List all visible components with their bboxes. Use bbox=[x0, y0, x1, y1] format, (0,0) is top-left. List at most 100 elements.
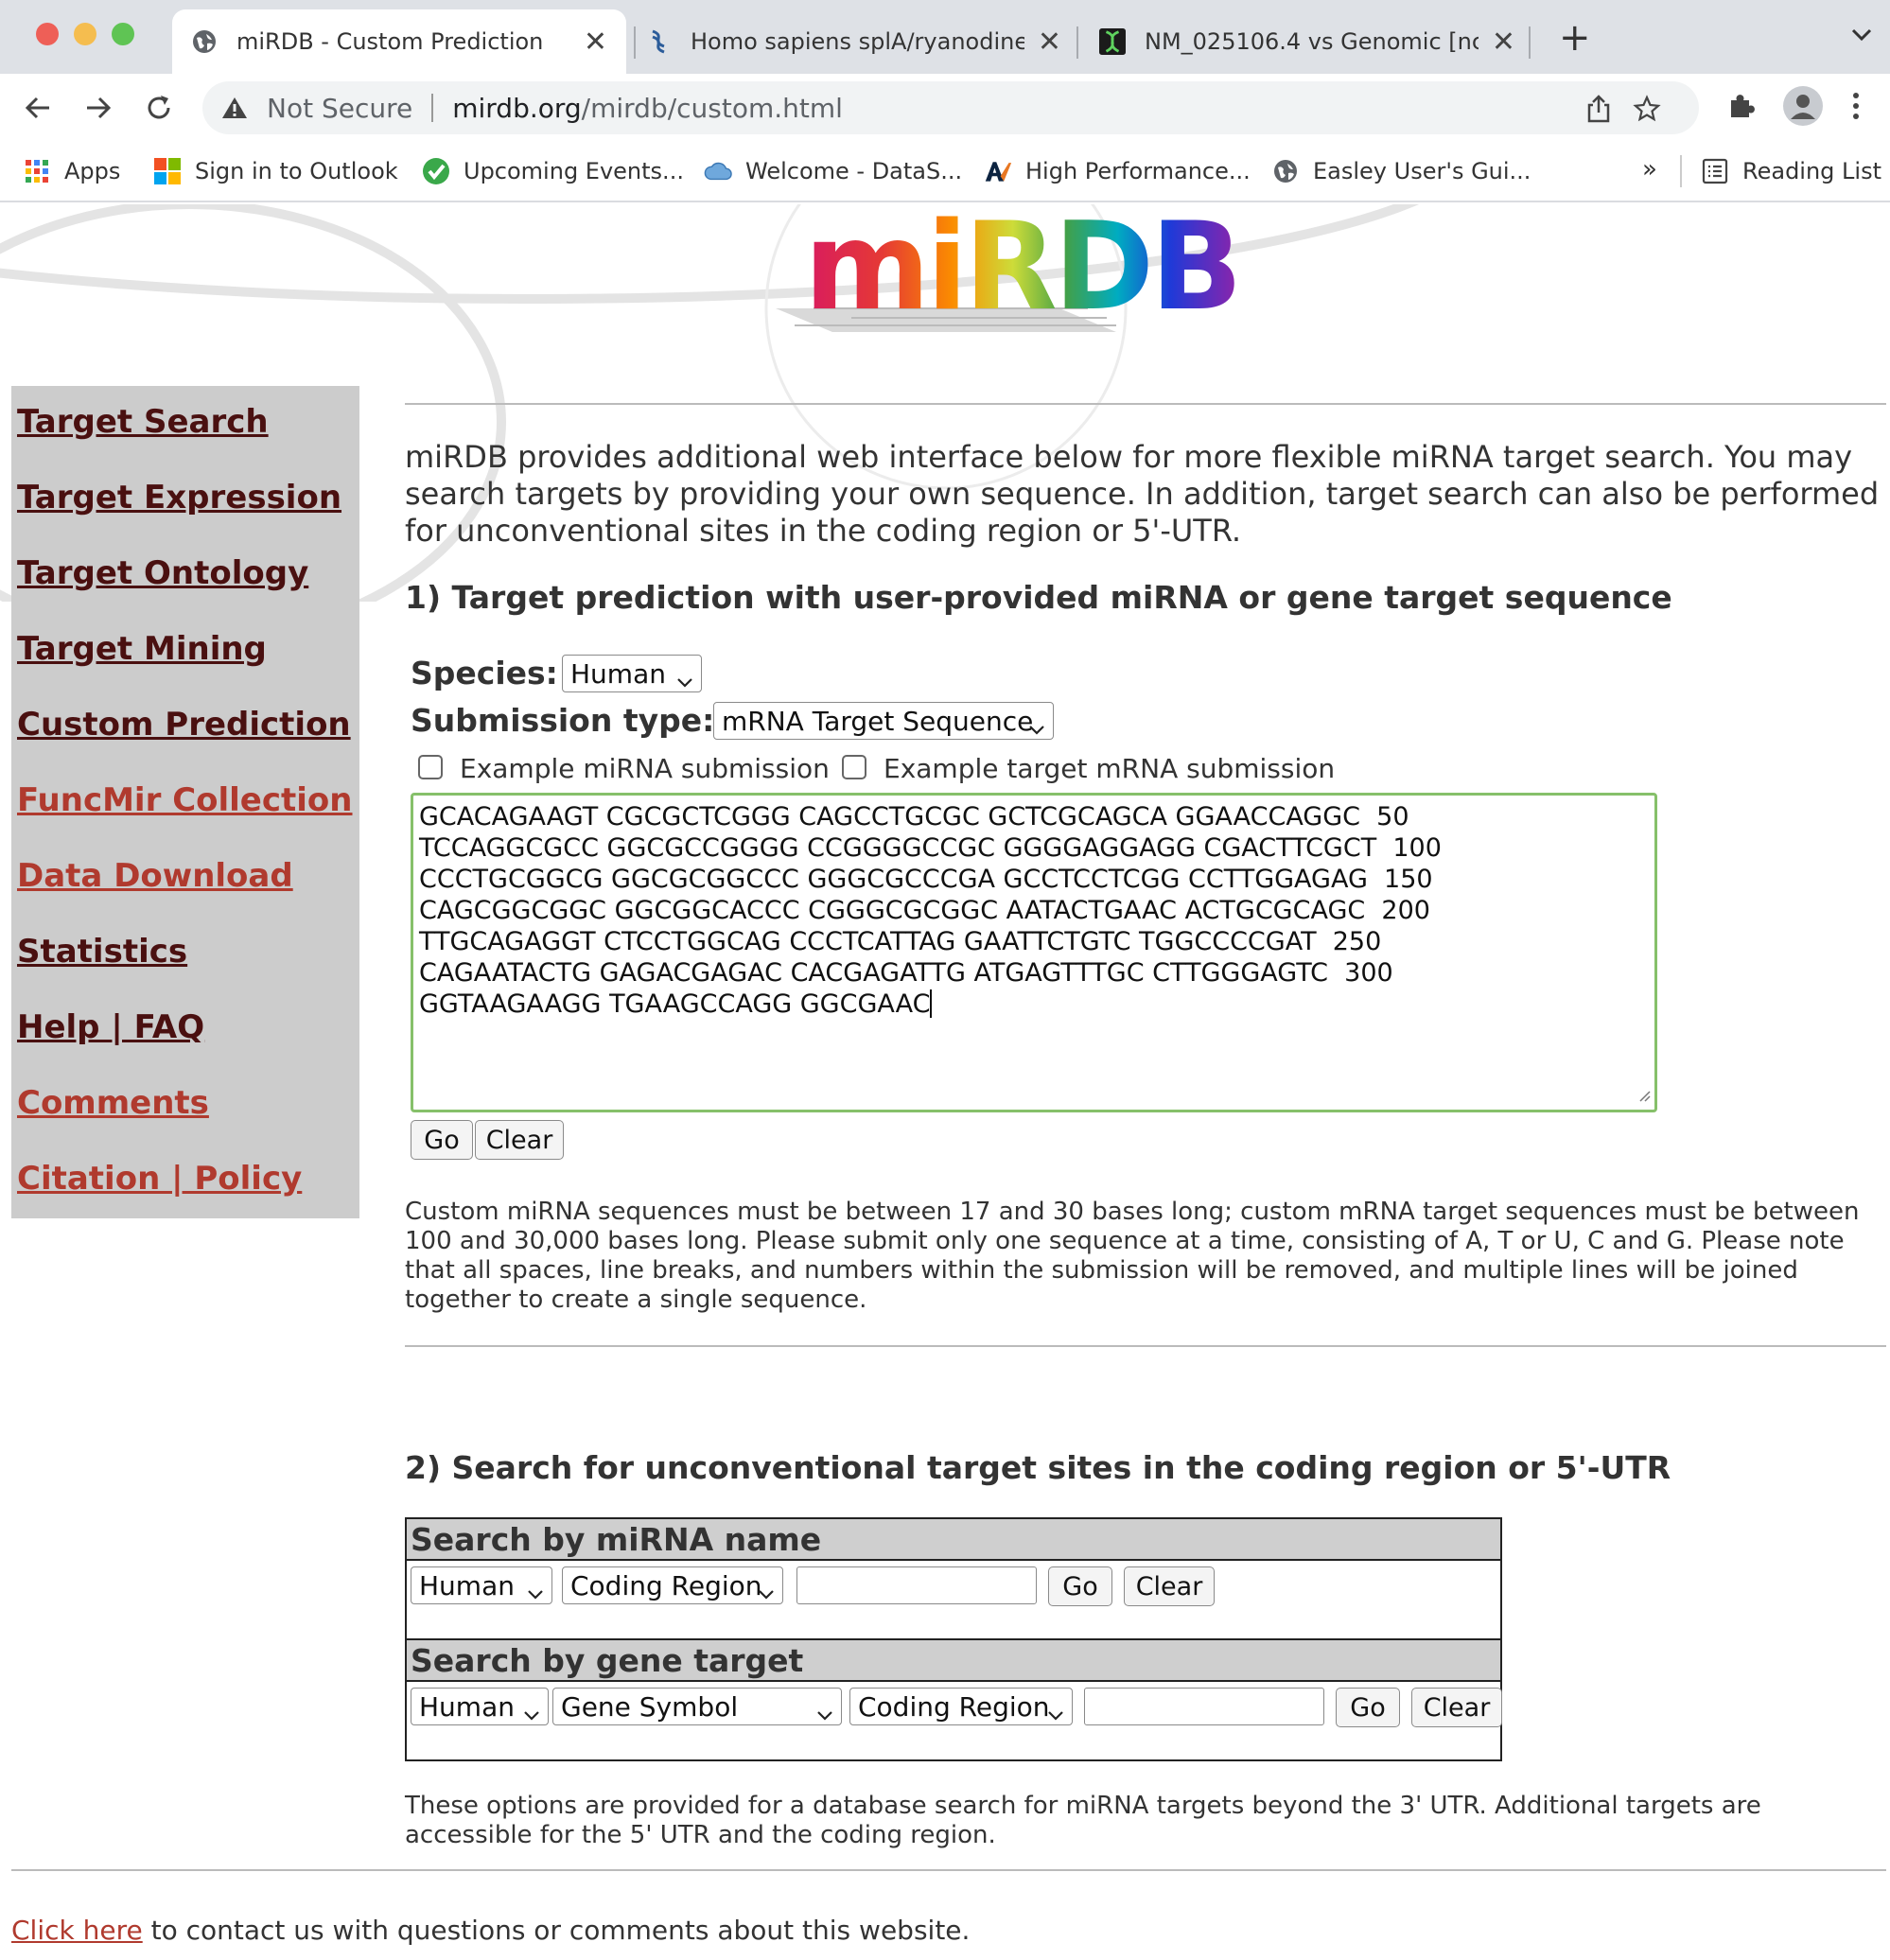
close-icon[interactable]: ✕ bbox=[1492, 26, 1515, 59]
bookmark-high-performance[interactable]: High Performance... bbox=[984, 155, 1251, 187]
section-divider bbox=[405, 403, 1886, 405]
address-bar[interactable]: Not Secure mirdb.org/mirdb/custom.html bbox=[202, 81, 1699, 134]
microsoft-logo-icon bbox=[153, 157, 182, 185]
back-arrow-icon[interactable] bbox=[21, 91, 55, 125]
security-status[interactable]: Not Secure bbox=[267, 93, 412, 124]
page-content: miRDB Target Search Target Expression Ta… bbox=[0, 204, 1890, 1960]
tab-search-chevron-icon[interactable] bbox=[1850, 26, 1873, 47]
sequence-line: GCACAGAAGT CGCGCTCGGG CAGCCTGCGC GCTCGCA… bbox=[419, 802, 1409, 831]
gene-species-select[interactable]: Human bbox=[411, 1688, 549, 1725]
kebab-menu-icon[interactable] bbox=[1850, 91, 1862, 125]
contact-line: Click here to contact us with questions … bbox=[11, 1915, 970, 1946]
chevron-down-icon bbox=[1028, 712, 1045, 744]
bookmark-welcome-datas[interactable]: Welcome - DataS... bbox=[704, 155, 962, 187]
tab-title: miRDB - Custom Prediction bbox=[236, 28, 544, 55]
mirdb-logo[interactable]: miRDB bbox=[776, 206, 1243, 337]
tab-homo-sapiens[interactable]: Homo sapiens splA/ryanodine r ✕ bbox=[626, 9, 1080, 74]
chevron-down-icon bbox=[523, 1698, 540, 1729]
search-by-gene-title: Search by gene target bbox=[407, 1640, 1500, 1682]
chevron-down-icon bbox=[527, 1577, 544, 1608]
go-button[interactable]: Go bbox=[411, 1120, 473, 1160]
submission-note: Custom miRNA sequences must be between 1… bbox=[405, 1198, 1860, 1314]
forward-arrow-icon[interactable] bbox=[81, 91, 115, 125]
sequence-line: TTGCAGAGGT CTCCTGGCAG CCCTCATTAG GAATTCT… bbox=[419, 927, 1382, 956]
bookmark-label: High Performance... bbox=[1025, 158, 1251, 184]
gene-region-select[interactable]: Coding Region bbox=[849, 1688, 1073, 1725]
clear-button[interactable]: Clear bbox=[475, 1120, 564, 1160]
window-zoom-button[interactable] bbox=[112, 23, 134, 45]
window-close-button[interactable] bbox=[36, 23, 59, 45]
reading-list-icon bbox=[1701, 157, 1729, 185]
example-target-checkbox[interactable] bbox=[842, 755, 866, 779]
sidebar-item-citation-policy[interactable]: Citation | Policy bbox=[17, 1156, 359, 1232]
new-tab-button[interactable]: + bbox=[1559, 19, 1591, 57]
bookmark-label: Upcoming Events... bbox=[464, 158, 684, 184]
warning-triangle-icon[interactable] bbox=[221, 96, 250, 120]
reading-list-label: Reading List bbox=[1742, 158, 1881, 184]
chevron-down-icon bbox=[816, 1698, 833, 1729]
mirna-species-select[interactable]: Human bbox=[411, 1566, 552, 1604]
contact-text: to contact us with questions or comments… bbox=[142, 1915, 971, 1946]
gene-id-type-value: Gene Symbol bbox=[561, 1690, 739, 1723]
mirna-species-value: Human bbox=[419, 1569, 515, 1601]
apps-grid-icon bbox=[23, 157, 51, 185]
sequence-textarea[interactable]: GCACAGAAGT CGCGCTCGGG CAGCCTGCGC GCTCGCA… bbox=[411, 793, 1657, 1112]
bookmark-easley-guide[interactable]: Easley User's Gui... bbox=[1271, 155, 1531, 187]
url-host: mirdb.org bbox=[452, 92, 582, 124]
sidebar-item-data-download[interactable]: Data Download bbox=[17, 853, 359, 929]
gene-id-type-select[interactable]: Gene Symbol bbox=[552, 1688, 842, 1725]
search-by-mirna-panel: Search by miRNA name Human Coding Region… bbox=[405, 1517, 1502, 1640]
intro-text: miRDB provides additional web interface … bbox=[405, 439, 1880, 549]
sidebar-item-help-faq[interactable]: Help | FAQ bbox=[17, 1005, 359, 1080]
contact-link[interactable]: Click here bbox=[11, 1915, 143, 1946]
sidebar-item-target-search[interactable]: Target Search bbox=[17, 399, 359, 475]
sidebar-item-funcmir-collection[interactable]: FuncMir Collection bbox=[17, 778, 359, 853]
chevron-down-icon bbox=[758, 1577, 775, 1608]
sidebar-item-statistics[interactable]: Statistics bbox=[17, 929, 359, 1005]
extensions-puzzle-icon[interactable] bbox=[1725, 91, 1756, 125]
gene-go-button[interactable]: Go bbox=[1336, 1688, 1400, 1727]
sidebar-item-comments[interactable]: Comments bbox=[17, 1080, 359, 1156]
reload-icon[interactable] bbox=[142, 91, 176, 125]
sequence-line: TCCAGGCGCC GGCGCCGGGG CCGGGGCCGC GGGGAGG… bbox=[419, 833, 1442, 863]
sidebar-item-target-mining[interactable]: Target Mining bbox=[17, 626, 359, 702]
sidebar-item-custom-prediction[interactable]: Custom Prediction bbox=[17, 702, 359, 778]
profile-avatar-icon[interactable] bbox=[1782, 85, 1824, 131]
species-select[interactable]: Human bbox=[562, 655, 702, 692]
bookmarks-overflow-chevron[interactable]: » bbox=[1642, 155, 1657, 184]
bookmark-label: Welcome - DataS... bbox=[745, 158, 963, 184]
check-shield-icon bbox=[422, 157, 450, 185]
submission-type-label: Submission type: bbox=[411, 702, 715, 739]
gene-target-input[interactable] bbox=[1084, 1688, 1324, 1725]
cloud-icon bbox=[704, 157, 732, 185]
globe-icon bbox=[191, 28, 218, 55]
ncbi-helix-icon bbox=[645, 28, 672, 55]
species-select-value: Human bbox=[570, 657, 666, 690]
gene-clear-button[interactable]: Clear bbox=[1411, 1688, 1502, 1727]
mirna-clear-button[interactable]: Clear bbox=[1124, 1566, 1215, 1606]
bookmark-star-icon[interactable] bbox=[1633, 95, 1661, 130]
share-icon[interactable] bbox=[1585, 95, 1612, 130]
mirna-region-select[interactable]: Coding Region bbox=[562, 1566, 783, 1604]
bookmark-apps[interactable]: Apps bbox=[23, 155, 120, 187]
mirna-name-input[interactable] bbox=[796, 1566, 1037, 1604]
mirna-go-button[interactable]: Go bbox=[1048, 1566, 1112, 1606]
bookmarks-bar: Apps Sign in to Outlook Upcoming Events.… bbox=[0, 142, 1890, 202]
sidebar-item-target-expression[interactable]: Target Expression bbox=[17, 475, 359, 551]
tab-nm-025106[interactable]: NM_025106.4 vs Genomic [ncb ✕ bbox=[1080, 9, 1534, 74]
bookmark-upcoming-events[interactable]: Upcoming Events... bbox=[422, 155, 684, 187]
submission-type-select[interactable]: mRNA Target Sequence bbox=[713, 702, 1054, 740]
bookmark-outlook[interactable]: Sign in to Outlook bbox=[153, 155, 398, 187]
resize-grip-icon[interactable] bbox=[1637, 1088, 1651, 1106]
logo-text: miRDB bbox=[804, 204, 1243, 338]
gene-region-value: Coding Region bbox=[858, 1690, 1050, 1723]
close-icon[interactable]: ✕ bbox=[1038, 26, 1061, 59]
example-mirna-checkbox[interactable] bbox=[418, 755, 443, 779]
window-minimize-button[interactable] bbox=[74, 23, 96, 45]
tab-mirdb-custom-prediction[interactable]: miRDB - Custom Prediction ✕ bbox=[172, 9, 626, 74]
close-icon[interactable]: ✕ bbox=[584, 26, 607, 59]
reading-list-button[interactable]: Reading List bbox=[1701, 155, 1881, 187]
sidebar-item-target-ontology[interactable]: Target Ontology bbox=[17, 551, 359, 626]
sequence-line: CAGCGGCGGC GGCGGCACCC CGGGCGCGGC AATACTG… bbox=[419, 896, 1430, 925]
tab-strip: miRDB - Custom Prediction ✕ Homo sapiens… bbox=[0, 0, 1890, 74]
